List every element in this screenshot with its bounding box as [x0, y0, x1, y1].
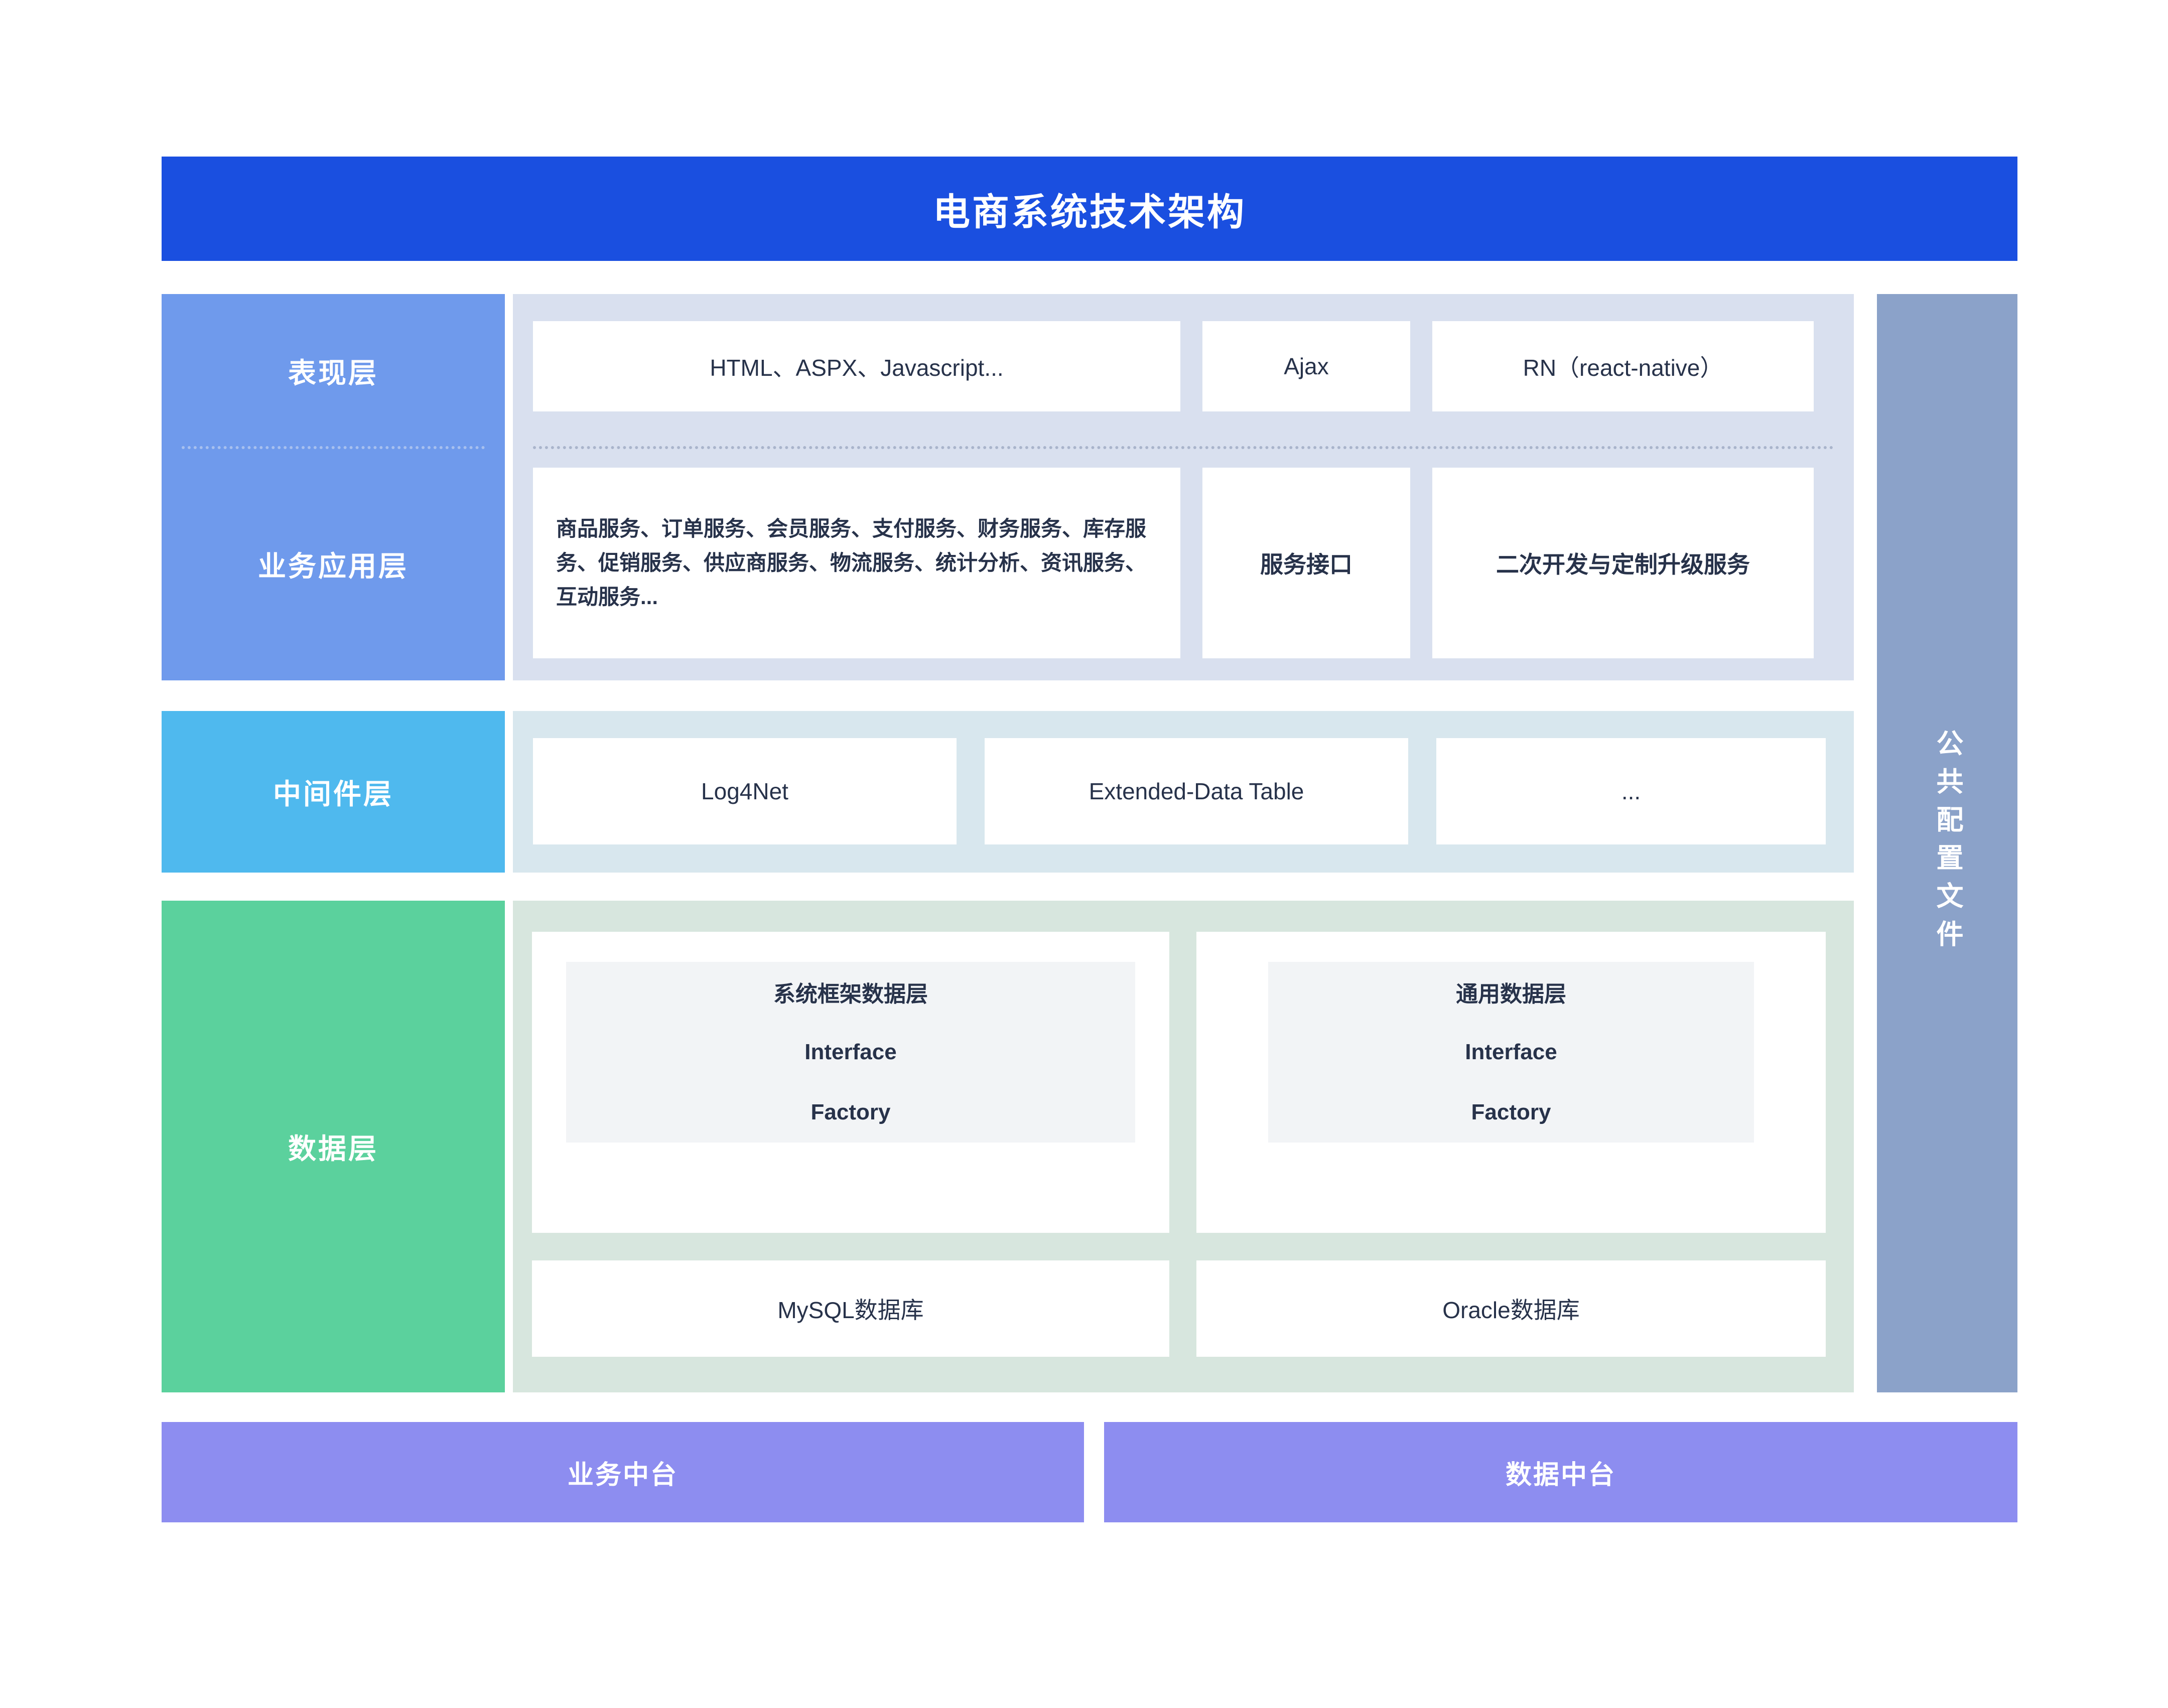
card-extended-data-table-label: Extended-Data Table: [1089, 778, 1304, 804]
divider-presentation-business-left: [182, 446, 485, 449]
layer-label-presentation-text: 表现层: [288, 357, 378, 389]
subcard-common-factory[interactable]: Factory: [1268, 1082, 1754, 1143]
platform-bar-business-middle-label: 业务中台: [567, 1460, 678, 1490]
card-react-native-label: RN（react-native）: [1523, 355, 1723, 381]
card-service-interface[interactable]: 服务接口: [1202, 468, 1410, 658]
layer-label-business: 业务应用层: [162, 448, 505, 680]
card-ajax-label: Ajax: [1284, 353, 1329, 379]
card-frontend-technologies-label: HTML、ASPX、Javascript...: [710, 355, 1004, 381]
subcard-common-factory-label: Factory: [1471, 1100, 1551, 1124]
diagram-title-bar: 电商系统技术架构: [162, 157, 2017, 261]
subcard-framework-data-title-label: 系统框架数据层: [773, 982, 928, 1007]
subcard-common-data-title-label: 通用数据层: [1456, 982, 1566, 1007]
platform-bar-data-middle[interactable]: 数据中台: [1104, 1422, 2017, 1522]
card-ajax[interactable]: Ajax: [1202, 321, 1410, 411]
subcard-framework-factory[interactable]: Factory: [566, 1082, 1135, 1143]
divider-presentation-business-right: [533, 446, 1834, 449]
layer-label-middleware-text: 中间件层: [273, 778, 393, 810]
card-oracle-database[interactable]: Oracle数据库: [1196, 1260, 1826, 1357]
card-middleware-more[interactable]: ...: [1436, 738, 1826, 844]
subcard-framework-interface-label: Interface: [804, 1040, 897, 1064]
card-oracle-database-label: Oracle数据库: [1442, 1297, 1580, 1323]
config-file-bar-label: 公共配置文件: [1932, 729, 1962, 958]
card-mysql-database[interactable]: MySQL数据库: [532, 1260, 1169, 1357]
common-data-subcard-stack: 通用数据层 Interface Factory: [1196, 962, 1826, 1143]
platform-bar-business-middle[interactable]: 业务中台: [162, 1422, 1084, 1522]
subcard-framework-interface[interactable]: Interface: [566, 1022, 1135, 1082]
config-file-bar: 公共配置文件: [1877, 294, 2017, 1392]
subcard-framework-data-title[interactable]: 系统框架数据层: [566, 962, 1135, 1022]
subcard-common-interface-label: Interface: [1465, 1040, 1557, 1064]
card-common-data-group[interactable]: 通用数据层 Interface Factory: [1196, 932, 1826, 1233]
layer-label-middleware: 中间件层: [162, 711, 505, 873]
card-custom-development-label: 二次开发与定制升级服务: [1496, 551, 1750, 578]
card-extended-data-table[interactable]: Extended-Data Table: [985, 738, 1408, 844]
card-mysql-database-label: MySQL数据库: [777, 1297, 924, 1323]
card-custom-development[interactable]: 二次开发与定制升级服务: [1432, 468, 1814, 658]
card-business-services-label: 商品服务、订单服务、会员服务、支付服务、财务服务、库存服务、促销服务、供应商服务…: [556, 516, 1147, 609]
card-service-interface-label: 服务接口: [1260, 551, 1352, 578]
layer-label-data: 数据层: [162, 901, 505, 1392]
framework-data-subcard-stack: 系统框架数据层 Interface Factory: [532, 962, 1169, 1143]
layer-label-presentation: 表现层: [162, 294, 505, 448]
page-title: 电商系统技术架构: [933, 191, 1246, 233]
subcard-framework-factory-label: Factory: [810, 1100, 891, 1124]
card-middleware-more-label: ...: [1621, 778, 1641, 804]
subcard-common-data-title[interactable]: 通用数据层: [1268, 962, 1754, 1022]
platform-bar-data-middle-label: 数据中台: [1505, 1460, 1616, 1490]
layer-label-data-text: 数据层: [288, 1132, 378, 1165]
card-framework-data-group[interactable]: 系统框架数据层 Interface Factory: [532, 932, 1169, 1233]
subcard-common-interface[interactable]: Interface: [1268, 1022, 1754, 1082]
card-frontend-technologies[interactable]: HTML、ASPX、Javascript...: [533, 321, 1180, 411]
layer-label-business-text: 业务应用层: [258, 550, 409, 582]
card-log4net-label: Log4Net: [701, 778, 788, 804]
card-business-services[interactable]: 商品服务、订单服务、会员服务、支付服务、财务服务、库存服务、促销服务、供应商服务…: [533, 468, 1180, 658]
card-log4net[interactable]: Log4Net: [533, 738, 957, 844]
card-react-native[interactable]: RN（react-native）: [1432, 321, 1814, 411]
